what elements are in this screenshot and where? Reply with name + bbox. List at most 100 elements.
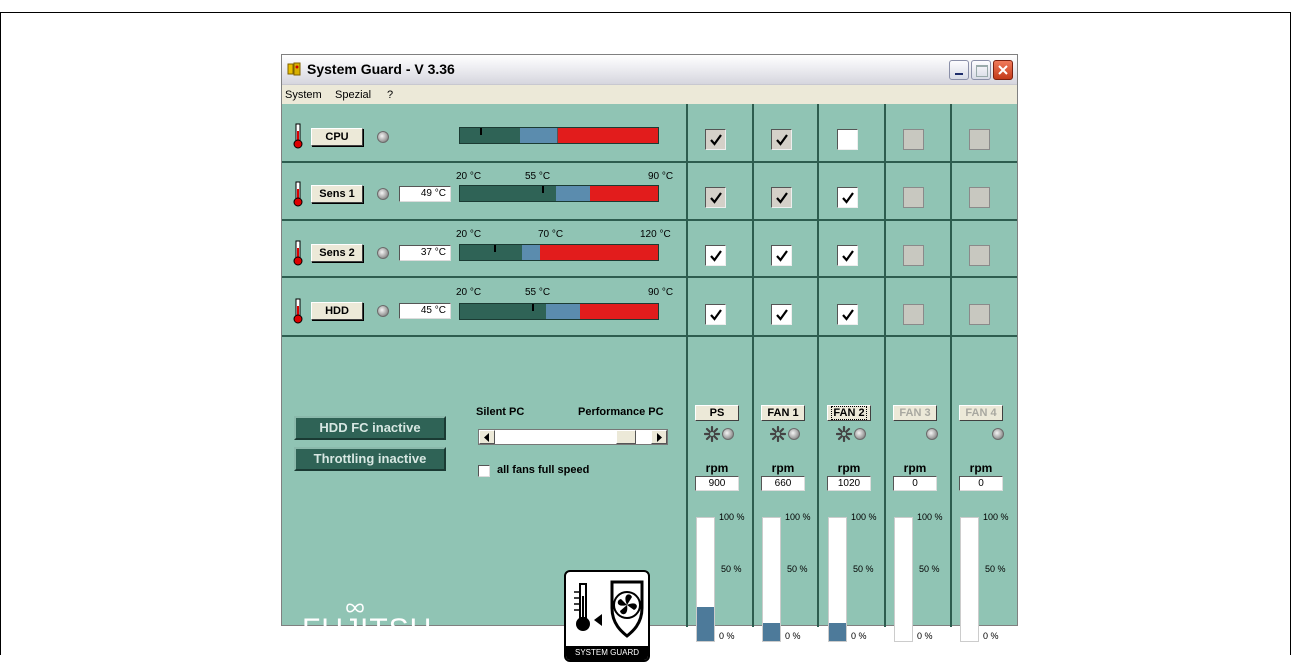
- fujitsu-logo: FUJITSU: [302, 603, 432, 647]
- throttling-button[interactable]: Throttling inactive: [294, 447, 446, 471]
- fan-status-led: [722, 428, 734, 440]
- fan-scale-label: 100 %: [983, 512, 1009, 522]
- fan-assignment-checkbox[interactable]: [705, 187, 726, 208]
- app-icon: [287, 62, 301, 76]
- menu-spezial[interactable]: Spezial: [335, 89, 371, 101]
- temp-value-sens1: 49 °C: [399, 186, 451, 202]
- scale-max: 120 °C: [640, 229, 671, 240]
- fan-assignment-checkbox: [903, 304, 924, 325]
- system-guard-logo: SYSTEM GUARD: [564, 570, 650, 662]
- fan-assignment-checkbox: [903, 129, 924, 150]
- rpm-label: rpm: [771, 461, 795, 475]
- arrow-left-icon: [484, 433, 489, 442]
- fan-assignment-checkbox[interactable]: [705, 245, 726, 266]
- menu-help[interactable]: ?: [387, 89, 393, 101]
- thermometer-icon: [293, 240, 303, 266]
- fan-spin-icon: [704, 426, 720, 442]
- slider-left-arrow[interactable]: [479, 430, 495, 444]
- fan-scale-label: 50 %: [853, 564, 874, 574]
- checkmark-icon: [842, 309, 854, 321]
- fan-speed-fill: [697, 606, 714, 641]
- checkmark-icon: [710, 134, 722, 146]
- fan-scale-label: 100 %: [719, 512, 745, 522]
- all-fans-checkbox[interactable]: [478, 465, 490, 477]
- checkmark-icon: [776, 250, 788, 262]
- status-led: [377, 305, 389, 317]
- fan-button-fan2[interactable]: FAN 2: [827, 405, 871, 421]
- fan-status-led: [926, 428, 938, 440]
- fan-assignment-checkbox[interactable]: [837, 129, 858, 150]
- fan-scale-label: 50 %: [787, 564, 808, 574]
- scale-max: 90 °C: [648, 171, 674, 182]
- sensor-button-hdd[interactable]: HDD: [311, 302, 363, 320]
- rpm-label: rpm: [903, 461, 927, 475]
- sensor-button-sens2[interactable]: Sens 2: [311, 244, 363, 262]
- fan-assignment-checkbox[interactable]: [771, 304, 792, 325]
- fan-assignment-checkbox[interactable]: [771, 245, 792, 266]
- fan-speed-bar: [960, 517, 979, 642]
- slider-right-arrow[interactable]: [651, 430, 667, 444]
- fan-spin-icon: [836, 426, 852, 442]
- fan-button-fan3: FAN 3: [893, 405, 937, 421]
- fan-button-fan1[interactable]: FAN 1: [761, 405, 805, 421]
- fan-scale-label: 50 %: [721, 564, 742, 574]
- arrow-right-icon: [657, 433, 662, 442]
- fan-assignment-checkbox[interactable]: [837, 304, 858, 325]
- system-guard-window: System Guard - V 3.36 System Spezial ? C…: [281, 54, 1018, 662]
- rpm-value: 900: [695, 476, 739, 491]
- maximize-button[interactable]: [971, 60, 991, 80]
- fan-assignment-checkbox[interactable]: [705, 129, 726, 150]
- fan-scale-label: 100 %: [917, 512, 943, 522]
- temp-bar-sens2: [459, 244, 659, 261]
- silent-pc-label: Silent PC: [476, 406, 525, 418]
- main-panel: CPU Sens 1 49 °C 20 °C 55 °C 90 °C Sens …: [282, 104, 1017, 662]
- fan-scale-label: 100 %: [785, 512, 811, 522]
- fan-assignment-checkbox[interactable]: [837, 187, 858, 208]
- fan-button-ps[interactable]: PS: [695, 405, 739, 421]
- hdd-fc-button[interactable]: HDD FC inactive: [294, 416, 446, 440]
- title-bar[interactable]: System Guard - V 3.36: [282, 55, 1017, 85]
- fan-status-led: [854, 428, 866, 440]
- fan-assignment-checkbox[interactable]: [837, 245, 858, 266]
- fan-scale-label: 0 %: [917, 631, 933, 641]
- temp-bar-sens1: [459, 185, 659, 202]
- fan-assignment-checkbox[interactable]: [705, 304, 726, 325]
- scale-min: 20 °C: [456, 229, 482, 240]
- thermometer-fan-icon: [574, 580, 644, 638]
- fan-scale-label: 0 %: [851, 631, 867, 641]
- status-led: [377, 247, 389, 259]
- sensor-button-cpu[interactable]: CPU: [311, 128, 363, 146]
- checkmark-icon: [710, 309, 722, 321]
- menu-system[interactable]: System: [285, 89, 322, 101]
- fan-speed-slider[interactable]: [478, 429, 668, 445]
- close-icon: [998, 65, 1008, 75]
- slider-thumb[interactable]: [616, 430, 636, 444]
- checkmark-icon: [710, 250, 722, 262]
- close-button[interactable]: [993, 60, 1013, 80]
- scale-min: 20 °C: [456, 171, 482, 182]
- fan-speed-bar: [696, 517, 715, 642]
- fan-assignment-checkbox: [969, 304, 990, 325]
- rpm-label: rpm: [837, 461, 861, 475]
- sensor-button-sens1[interactable]: Sens 1: [311, 185, 363, 203]
- rpm-label: rpm: [705, 461, 729, 475]
- window-title: System Guard - V 3.36: [307, 61, 455, 77]
- fan-scale-label: 100 %: [851, 512, 877, 522]
- temp-value-sens2: 37 °C: [399, 245, 451, 261]
- fan-assignment-checkbox: [969, 245, 990, 266]
- fan-scale-label: 50 %: [985, 564, 1006, 574]
- fan-assignment-checkbox: [903, 187, 924, 208]
- fan-assignment-checkbox[interactable]: [771, 187, 792, 208]
- all-fans-label: all fans full speed: [497, 464, 590, 476]
- thermometer-icon: [293, 181, 303, 207]
- temp-bar-hdd: [459, 303, 659, 320]
- checkmark-icon: [776, 134, 788, 146]
- checkmark-icon: [842, 192, 854, 204]
- scale-min: 20 °C: [456, 287, 482, 298]
- temp-bar-cpu: [459, 127, 659, 144]
- checkmark-icon: [842, 250, 854, 262]
- minimize-button[interactable]: [949, 60, 969, 80]
- fan-scale-label: 0 %: [719, 631, 735, 641]
- fan-assignment-checkbox[interactable]: [771, 129, 792, 150]
- rpm-label: rpm: [969, 461, 993, 475]
